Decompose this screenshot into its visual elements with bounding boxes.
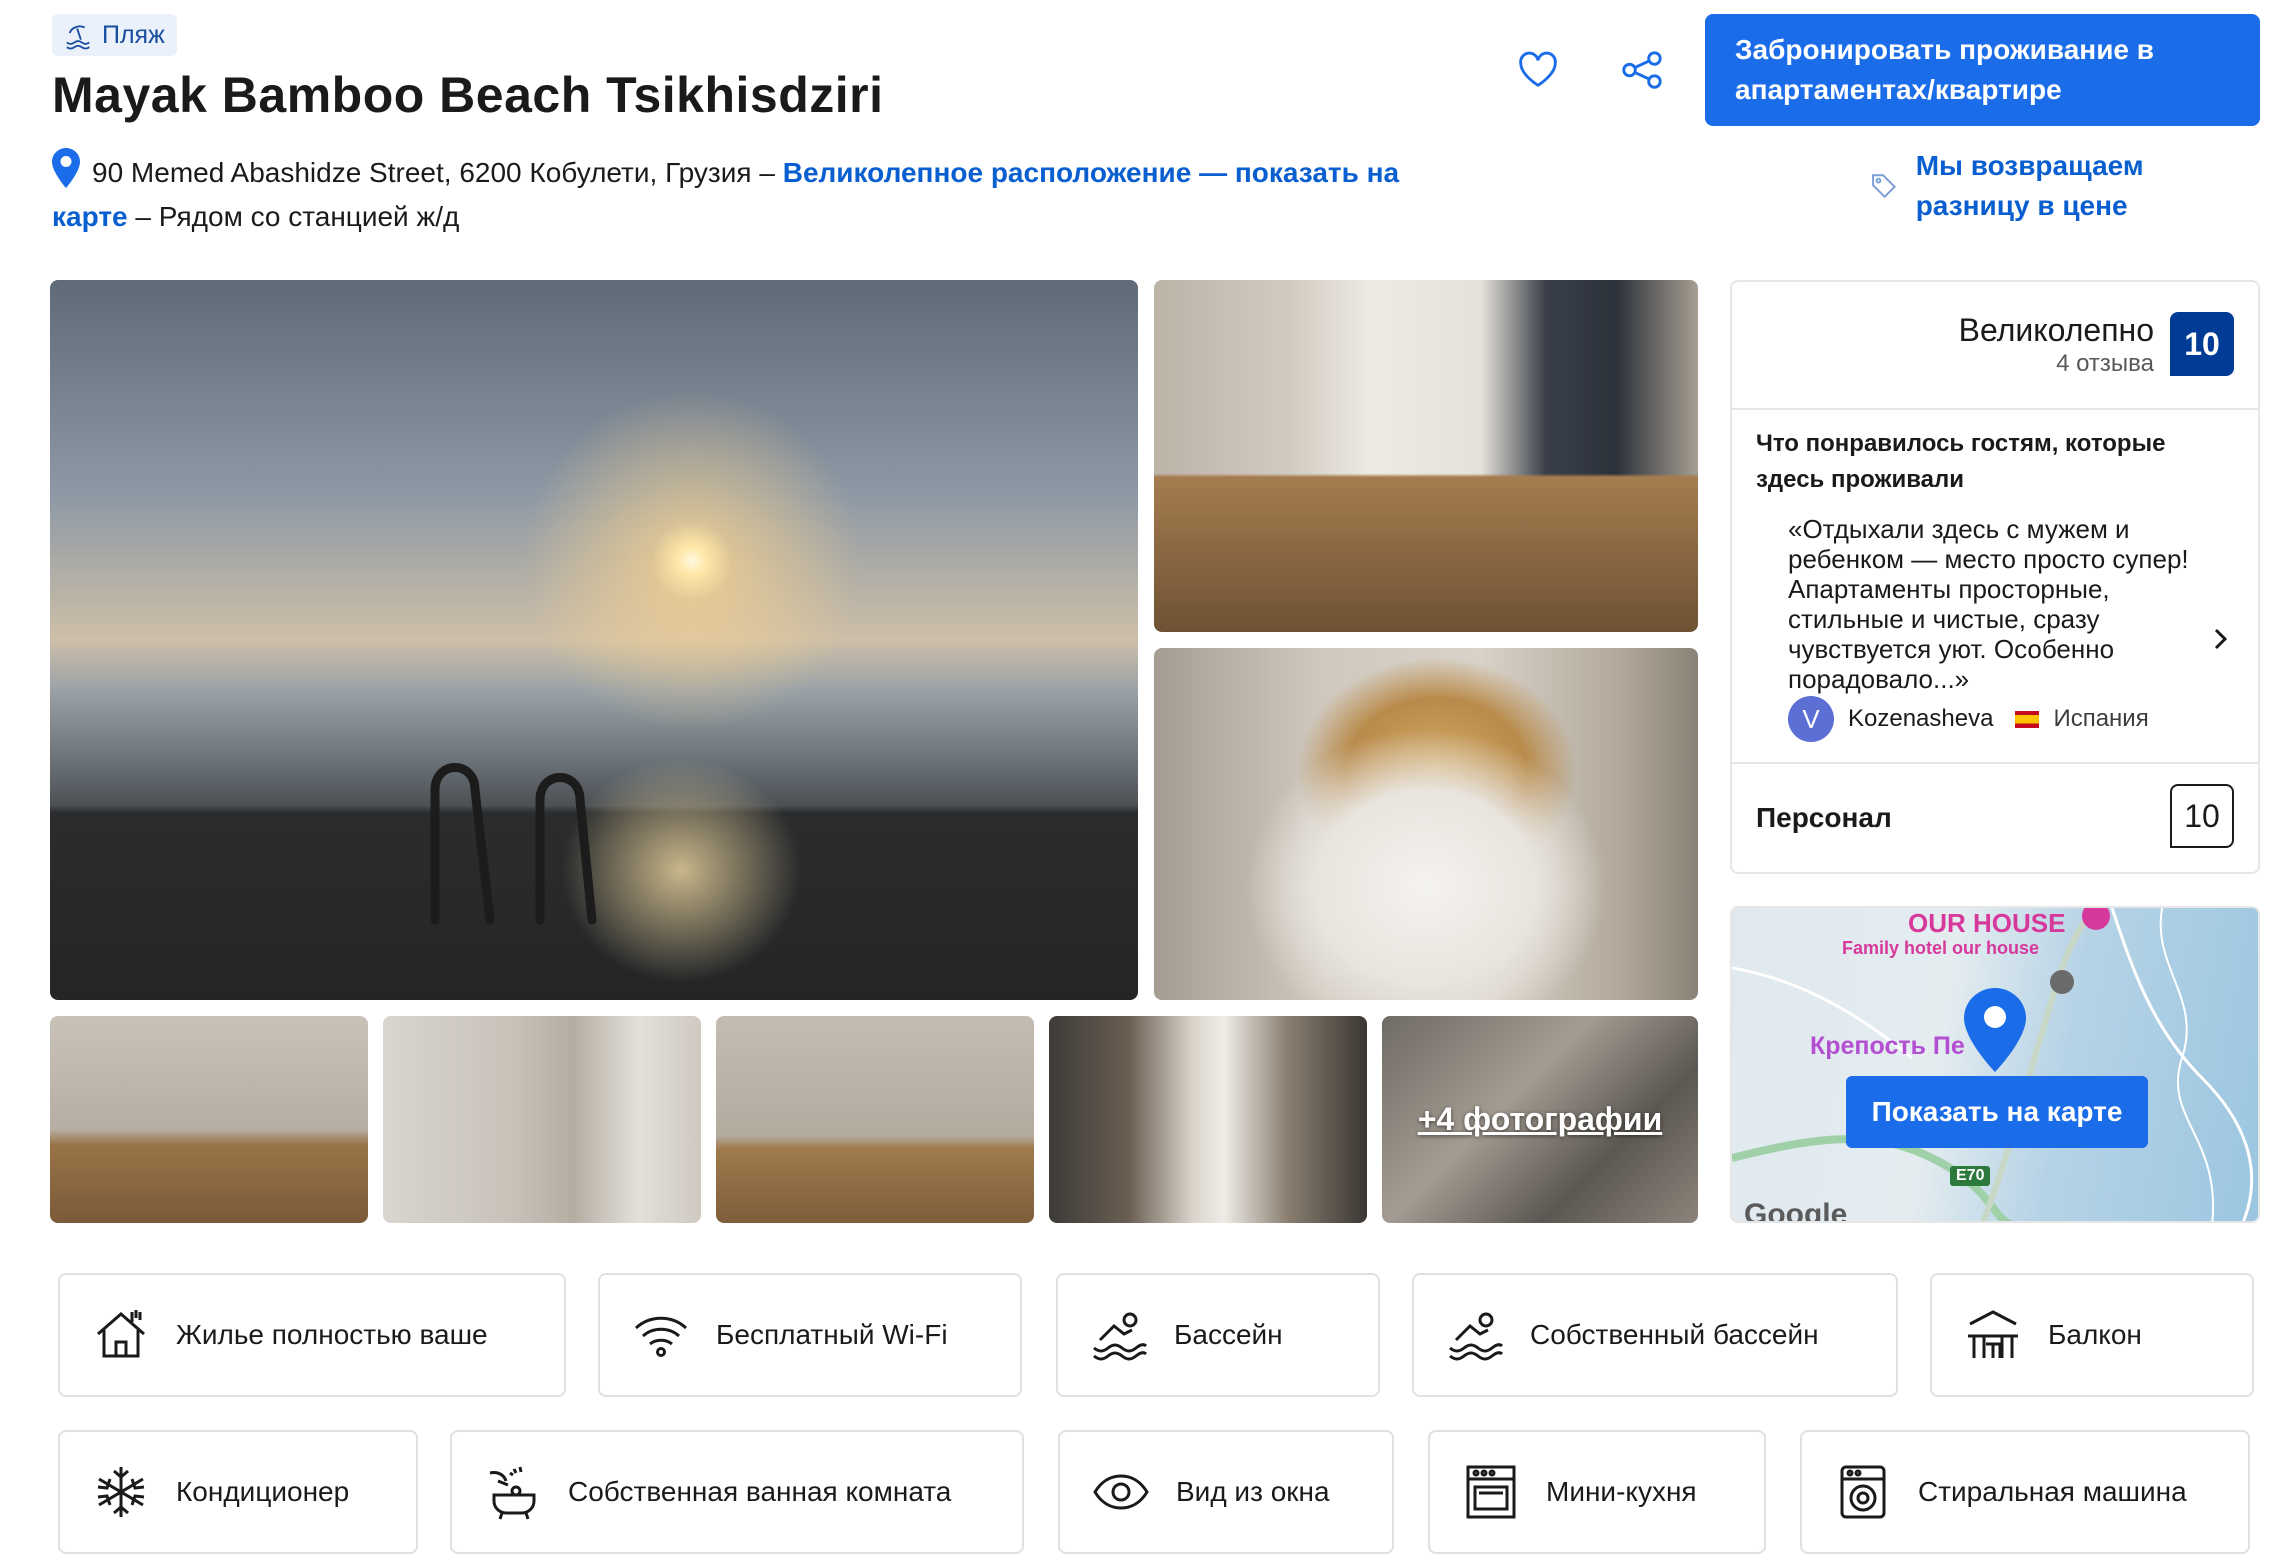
oven-icon	[1466, 1465, 1516, 1519]
facility-label: Стиральная машина	[1918, 1476, 2187, 1507]
thumb-photo-1[interactable]	[50, 1016, 368, 1223]
thumb-more-photos[interactable]: +4 фотографии	[1382, 1016, 1698, 1223]
rating-word: Великолепно	[1958, 312, 2154, 348]
facility-label: Кондиционер	[176, 1476, 350, 1507]
staff-label: Персонал	[1756, 802, 1892, 833]
chevron-right-icon[interactable]	[2210, 624, 2232, 654]
author-name: Kozenasheva	[1848, 705, 1994, 732]
more-photos-label: +4 фотографии	[1417, 1101, 1663, 1137]
beach-icon	[66, 25, 90, 50]
facility-wifi: Бесплатный Wi-Fi	[598, 1273, 1022, 1397]
property-address: 90 Memed Abashidze Street, 6200 Кобулети…	[52, 148, 1482, 239]
balcony-icon	[1968, 1310, 2018, 1358]
pool-icon	[1093, 1312, 1148, 1361]
facility-entire-place: Жилье полностью ваше	[58, 1273, 566, 1397]
review-count: 4 отзыва	[2056, 350, 2154, 377]
photo-bedroom-1[interactable]	[1154, 280, 1698, 632]
map-label-family-hotel: Family hotel our house	[1842, 938, 2040, 958]
share-button[interactable]	[1612, 40, 1672, 100]
pool-icon	[1449, 1312, 1504, 1361]
nearby-station-text: Рядом со станцией ж/д	[158, 201, 460, 232]
bath-icon	[489, 1466, 536, 1520]
heart-icon	[1519, 51, 1557, 88]
facility-label: Мини-кухня	[1546, 1476, 1697, 1507]
facility-kitchenette: Мини-кухня	[1428, 1430, 1766, 1554]
map-road-e70: E70	[1950, 1166, 1991, 1186]
property-title: Mayak Bamboo Beach Tsikhisdziri	[52, 67, 884, 123]
location-pin-icon	[52, 148, 80, 188]
favorite-button[interactable]	[1508, 40, 1568, 100]
main-photo-sunset-pool[interactable]	[50, 280, 1138, 1000]
divider	[1732, 762, 2258, 764]
facility-label: Вид из окна	[1176, 1476, 1330, 1507]
book-button[interactable]: Забронировать проживание в апартаментах/…	[1705, 14, 2260, 126]
snowflake-icon	[97, 1467, 145, 1517]
facility-label: Жилье полностью ваше	[176, 1319, 488, 1350]
guests-liked-heading: Что понравилось гостям, которые здесь пр…	[1756, 430, 2166, 493]
washing-machine-icon	[1840, 1465, 1886, 1519]
house-icon	[97, 1310, 145, 1358]
thumb-photo-4[interactable]	[1049, 1016, 1367, 1223]
google-logo: Google	[1744, 1198, 1848, 1223]
facility-label: Собственный бассейн	[1530, 1319, 1819, 1350]
facility-label: Собственная ванная комната	[568, 1476, 952, 1507]
facility-pool: Бассейн	[1056, 1273, 1380, 1397]
thumb-photo-2[interactable]	[383, 1016, 701, 1223]
photo-bedroom-2[interactable]	[1154, 648, 1698, 1000]
review-quote: «Отдыхали здесь с мужем и ребенком — мес…	[1788, 514, 2189, 694]
wifi-icon	[634, 1316, 688, 1357]
staff-score-badge: 10	[2170, 784, 2234, 848]
review-card: Великолепно 4 отзыва 10 Что понравилось …	[1730, 280, 2260, 874]
facility-balcony: Балкон	[1930, 1273, 2254, 1397]
review-author: V Kozenasheva Испания	[1788, 696, 2149, 742]
divider	[1732, 408, 2258, 410]
facility-washing-machine: Стиральная машина	[1800, 1430, 2250, 1554]
price-match-link[interactable]: Мы возвращаем разницу в цене	[1870, 146, 2260, 226]
spain-flag-icon	[2015, 710, 2040, 728]
facility-private-pool: Собственный бассейн	[1412, 1273, 1898, 1397]
map-pin-icon	[1964, 988, 2026, 1072]
facility-label: Бассейн	[1174, 1319, 1283, 1350]
rating-summary[interactable]: Великолепно 4 отзыва 10	[1959, 312, 2234, 380]
facility-label: Бесплатный Wi-Fi	[716, 1319, 948, 1350]
share-icon	[1622, 51, 1662, 89]
price-match-label: Мы возвращаем разницу в цене	[1915, 150, 2144, 221]
price-tag-icon	[1872, 174, 1896, 199]
thumb-photo-3[interactable]	[716, 1016, 1034, 1223]
rating-score-badge: 10	[2170, 312, 2234, 376]
pool-ladder-graphic	[430, 763, 597, 925]
map-preview[interactable]: OUR HOUSE Family hotel our house Крепост…	[1730, 906, 2260, 1223]
facility-private-bathroom: Собственная ванная комната	[450, 1430, 1024, 1554]
facility-label: Балкон	[2048, 1319, 2142, 1350]
eye-icon	[1093, 1474, 1149, 1510]
show-on-map-button[interactable]: Показать на карте	[1846, 1076, 2148, 1148]
map-label-fortress: Крепость Пе	[1810, 1032, 1965, 1060]
address-text: 90 Memed Abashidze Street, 6200 Кобулети…	[92, 157, 752, 188]
author-country: Испания	[2053, 705, 2149, 732]
beach-badge-label: Пляж	[102, 20, 165, 49]
map-label-our-house: OUR HOUSE	[1908, 908, 2066, 938]
facility-view: Вид из окна	[1058, 1430, 1394, 1554]
facility-air-conditioning: Кондиционер	[58, 1430, 418, 1554]
beach-badge: Пляж	[52, 14, 177, 56]
avatar: V	[1788, 696, 1834, 742]
